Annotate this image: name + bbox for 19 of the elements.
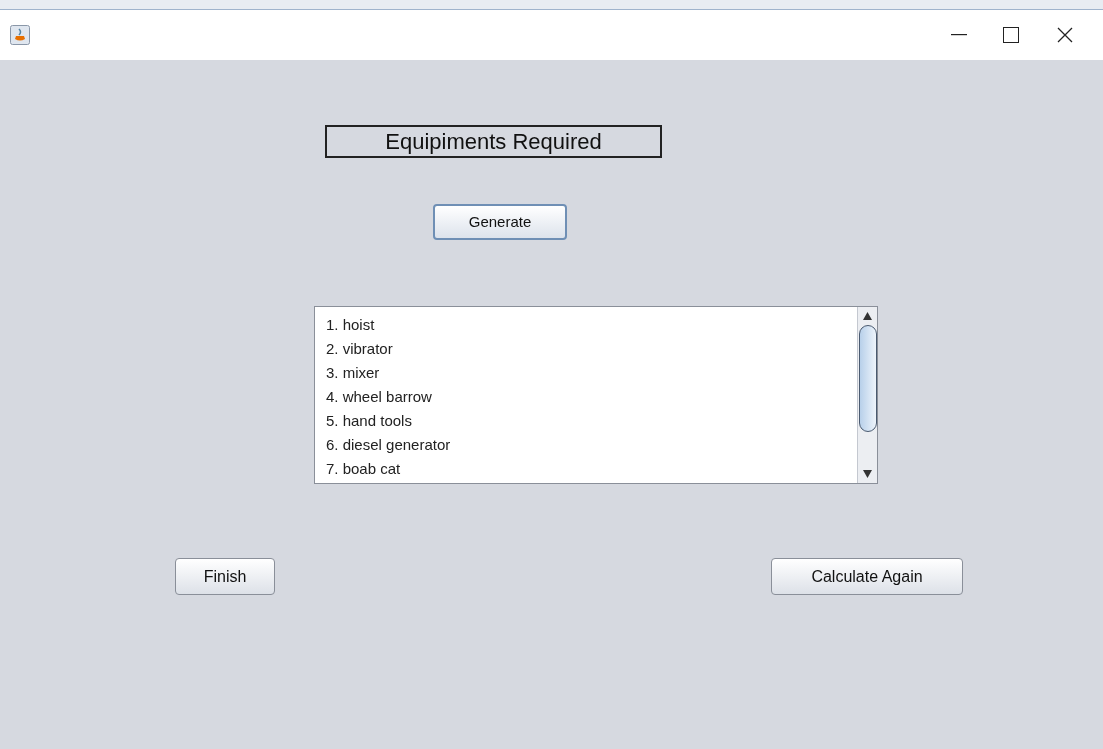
list-item: 2. vibrator (326, 339, 393, 359)
heading-label: Equipiments Required (325, 125, 662, 158)
minimize-icon[interactable] (951, 34, 967, 36)
finish-button[interactable]: Finish (175, 558, 275, 595)
close-icon[interactable] (1057, 27, 1073, 43)
list-item: 6. diesel generator (326, 435, 451, 455)
app-icon (10, 25, 30, 45)
scroll-bar[interactable] (857, 307, 877, 483)
list-item: 1. hoist (326, 315, 375, 335)
maximize-icon[interactable] (1003, 27, 1019, 43)
list-item: 5. hand tools (326, 411, 412, 431)
generate-button[interactable]: Generate (433, 204, 567, 240)
scroll-thumb[interactable] (858, 325, 877, 432)
list-item: 7. boab cat (326, 459, 401, 479)
list-item: 3. mixer (326, 363, 380, 383)
down-arrow-icon[interactable] (863, 470, 872, 478)
up-arrow-icon[interactable] (863, 312, 872, 320)
list-item: 4. wheel barrow (326, 387, 432, 407)
calculate-again-button[interactable]: Calculate Again (771, 558, 963, 595)
